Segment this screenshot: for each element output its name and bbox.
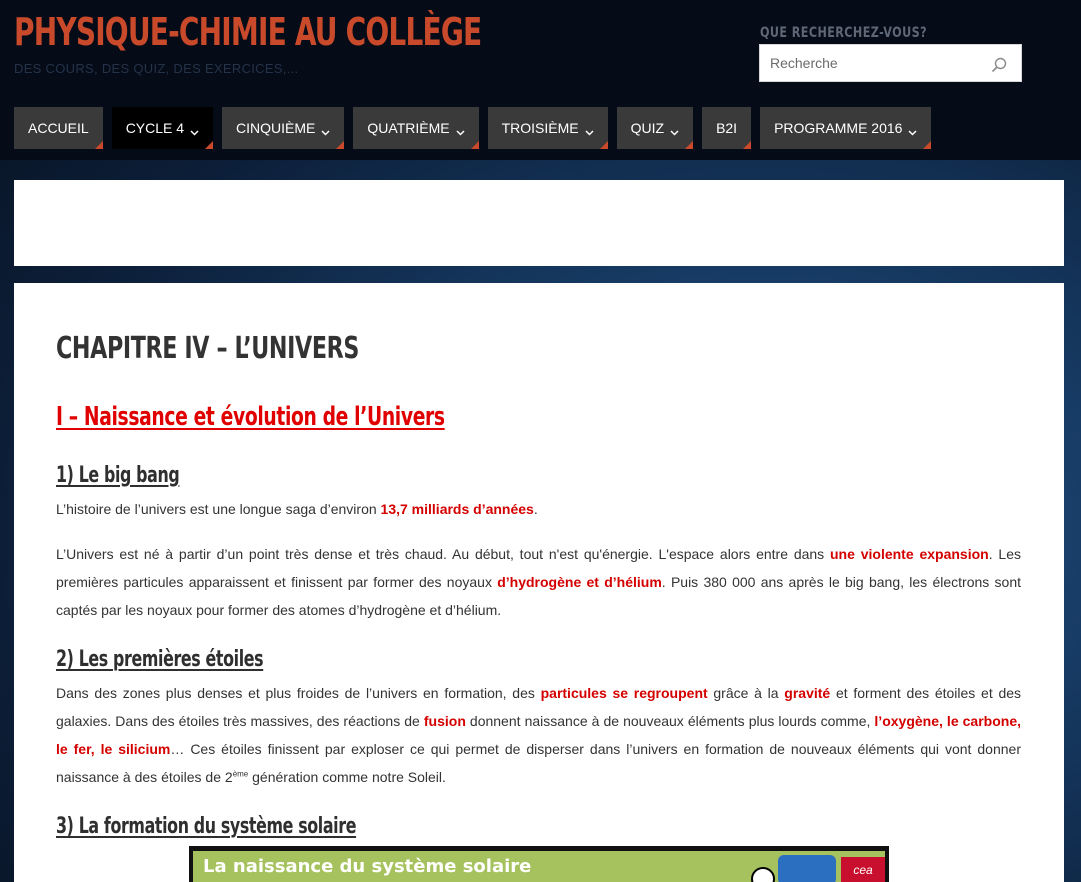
text-span: Dans des zones plus denses et plus froid… xyxy=(56,685,541,701)
nav-item-label: TROISIÈME xyxy=(501,120,579,136)
chevron-down-icon xyxy=(585,124,594,136)
nav-item-accueil[interactable]: ACCUEIL xyxy=(14,107,103,149)
highlight-text: 13,7 milliards d’années xyxy=(380,501,534,517)
page-title: CHAPITRE IV – L’UNIVERS xyxy=(56,331,359,366)
chevron-down-icon xyxy=(321,124,330,136)
text-span: . xyxy=(533,501,538,517)
nav-item-quiz[interactable]: QUIZ xyxy=(616,107,694,149)
subsection-title: 3) La formation du système solaire xyxy=(56,814,357,839)
highlight-text: particules se regroupent xyxy=(540,685,708,701)
text-span: … Ces étoiles finissent par exploser ce … xyxy=(56,741,1021,785)
chevron-down-icon xyxy=(190,124,199,136)
site-title[interactable]: PHYSIQUE-CHIMIE AU COLLÈGE xyxy=(14,10,482,54)
highlight-text: une violente expansion xyxy=(830,546,989,562)
text-span: L’histoire de l’univers est une longue s… xyxy=(56,501,381,517)
nav-item-b2i[interactable]: B2I xyxy=(702,107,752,149)
subsection-title: 1) Le big bang xyxy=(56,463,180,488)
section-title: I – Naissance et évolution de l’Univers xyxy=(56,402,445,432)
nav-item-label: CYCLE 4 xyxy=(125,120,185,136)
highlight-text: d’hydrogène et d’hélium xyxy=(497,574,662,590)
nav-item-label: QUATRIÈME xyxy=(367,120,450,136)
text-span: L’Univers est né à partir d’un point trè… xyxy=(56,546,830,562)
nav-item-label: ACCUEIL xyxy=(28,120,89,136)
nav-item-label: CINQUIÈME xyxy=(236,120,316,136)
search-input[interactable] xyxy=(760,45,990,81)
nav-item-label: QUIZ xyxy=(630,120,665,136)
highlight-text: gravité xyxy=(784,685,831,701)
chevron-down-icon xyxy=(670,124,679,136)
video-embed[interactable]: La naissance du système solaire cea xyxy=(189,846,889,882)
subsection-title: 2) Les premières étoiles xyxy=(56,647,264,672)
plus-icon[interactable] xyxy=(751,867,775,882)
nav-item-cinquieme[interactable]: CINQUIÈME xyxy=(222,107,345,149)
text-span: donnent naissance à de nouveaux éléments… xyxy=(465,713,875,729)
nav-item-label: B2I xyxy=(716,120,738,136)
site-header: PHYSIQUE-CHIMIE AU COLLÈGE DES COURS, DE… xyxy=(0,0,1081,160)
superscript: ème xyxy=(232,769,249,779)
article-content: CHAPITRE IV – L’UNIVERS I – Naissance et… xyxy=(14,283,1064,882)
video-title: La naissance du système solaire xyxy=(203,856,532,877)
incollables-logo xyxy=(778,855,836,882)
nav-item-label: PROGRAMME 2016 xyxy=(774,120,903,136)
chevron-down-icon xyxy=(456,124,465,136)
nav-item-troisieme[interactable]: TROISIÈME xyxy=(487,107,608,149)
nav-item-cycle-4[interactable]: CYCLE 4 xyxy=(111,107,214,149)
search-icon[interactable] xyxy=(991,57,1007,73)
search-box xyxy=(759,44,1022,82)
cea-logo: cea xyxy=(841,857,885,882)
nav-item-programme-2016[interactable]: PROGRAMME 2016 xyxy=(760,107,932,149)
paragraph: L’histoire de l’univers est une longue s… xyxy=(56,495,1021,523)
main-nav: ACCUEIL CYCLE 4 CINQUIÈME QUATRIÈME TROI… xyxy=(14,107,940,149)
text-span: génération comme notre Soleil. xyxy=(248,769,446,785)
site-tagline: DES COURS, DES QUIZ, DES EXERCICES,... xyxy=(14,61,299,76)
ad-banner xyxy=(14,180,1064,266)
nav-item-quatrieme[interactable]: QUATRIÈME xyxy=(353,107,479,149)
paragraph: Dans des zones plus denses et plus froid… xyxy=(56,679,1021,791)
chevron-down-icon xyxy=(908,124,917,136)
search-label: QUE RECHERCHEZ-VOUS? xyxy=(760,25,927,41)
video-title-bar: La naissance du système solaire cea xyxy=(193,851,885,882)
highlight-text: fusion xyxy=(423,713,466,729)
paragraph: L’Univers est né à partir d’un point trè… xyxy=(56,540,1021,624)
text-span: grâce à la xyxy=(707,685,785,701)
